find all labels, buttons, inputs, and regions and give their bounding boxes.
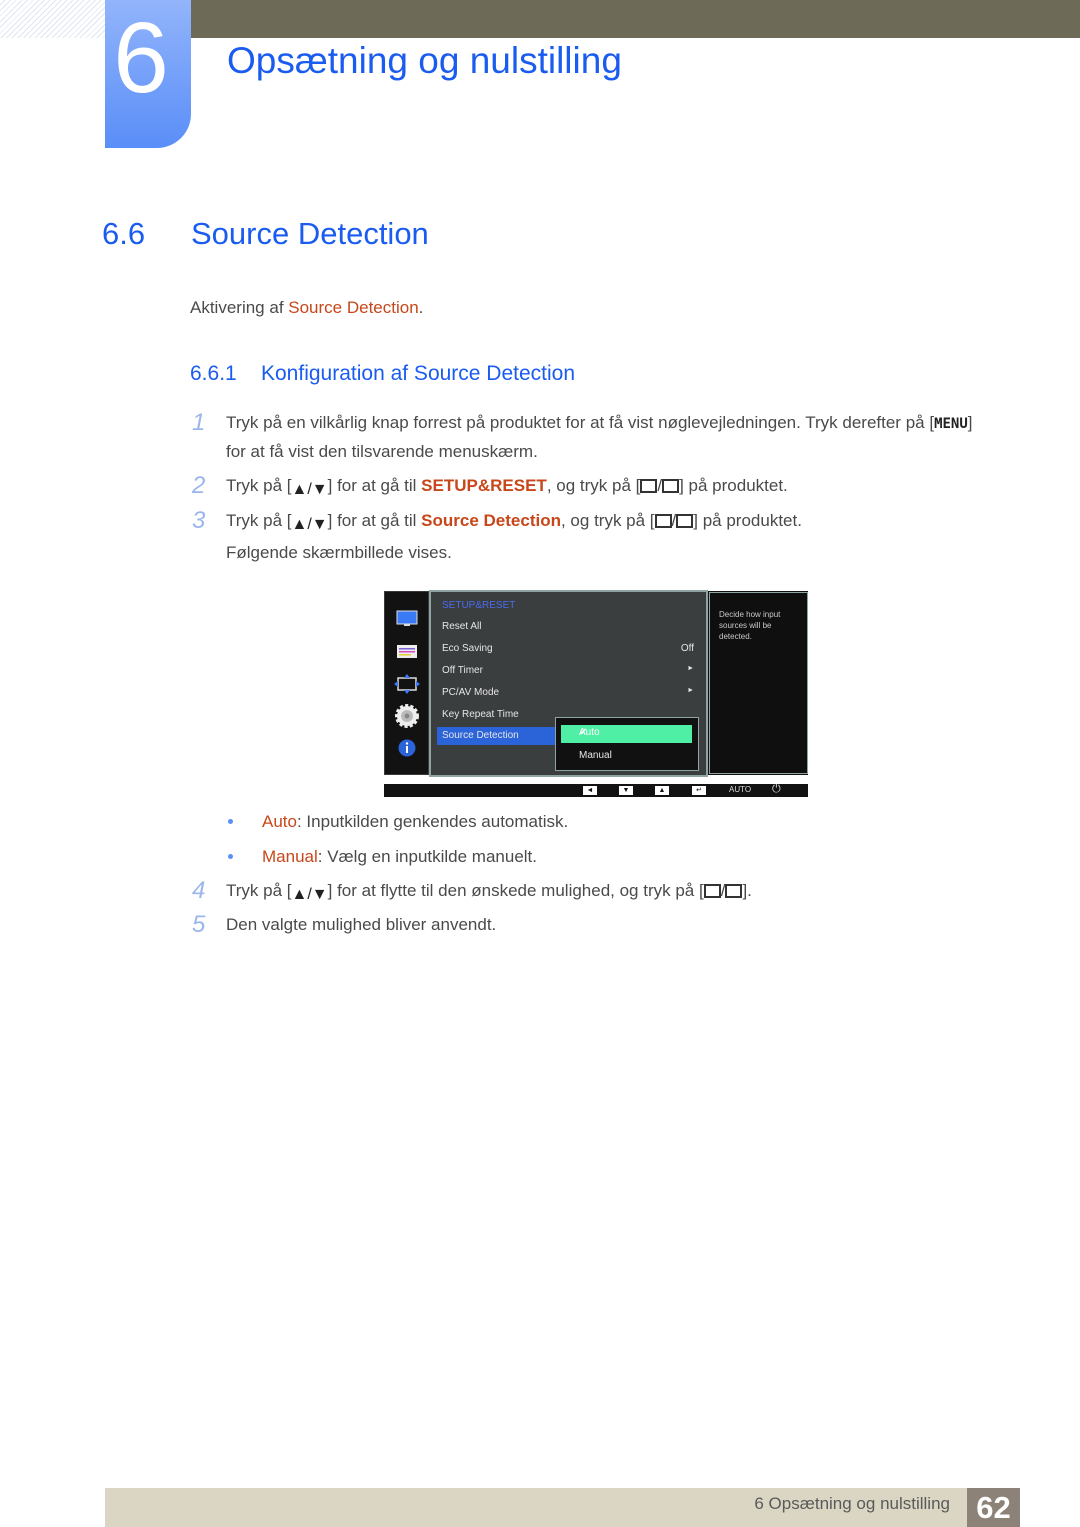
osd-item-key-repeat-time[interactable]: Key Repeat Time	[442, 709, 519, 720]
size-position-icon	[394, 674, 420, 694]
intro-suffix: .	[418, 298, 424, 317]
step-number: 3	[192, 507, 206, 534]
up-down-arrow-icon: ▲/▼	[291, 481, 328, 498]
osd-value-eco-saving: Off	[680, 643, 694, 654]
step-number: 2	[192, 472, 206, 499]
step-text-part: ] for at gå til	[327, 511, 422, 530]
source-button-icon	[703, 884, 721, 898]
picture-icon	[396, 610, 418, 626]
power-icon[interactable]: ⏻	[772, 783, 781, 796]
step-text-part: ] for at flytte til den ønskede mulighed…	[327, 881, 704, 900]
menu-key: MENU	[934, 416, 968, 432]
step-text: Tryk på [▲/▼] for at gå til Source Detec…	[226, 507, 802, 539]
step-text: Den valgte mulighed bliver anvendt.	[226, 915, 497, 934]
intro-prefix: Aktivering af	[190, 298, 289, 317]
header-hatch-decoration	[0, 0, 105, 38]
step-text-part: Tryk på [	[226, 881, 292, 900]
bullet-highlight: Manual	[262, 847, 318, 866]
step-text: Tryk på en vilkårlig knap forrest på pro…	[226, 409, 973, 438]
bullet-desc: : Vælg en inputkilde manuelt.	[317, 847, 538, 866]
enter-button-icon	[662, 479, 680, 493]
step-text: Tryk på [▲/▼] for at gå til SETUP&RESET,…	[226, 472, 788, 504]
up-button-icon[interactable]: ▲	[655, 786, 669, 795]
step-text: Tryk på [▲/▼] for at flytte til den ønsk…	[226, 877, 752, 909]
enter-button-icon	[725, 884, 743, 898]
osd-menu-heading: SETUP&RESET	[442, 600, 516, 611]
step-highlight: SETUP&RESET	[421, 476, 547, 495]
bullet-text: Auto: Inputkilden genkendes automatisk.	[262, 812, 568, 832]
step-text: Følgende skærmbillede vises.	[226, 543, 452, 562]
step-text: for at få vist den tilsvarende menuskærm…	[226, 442, 538, 461]
enter-button-icon[interactable]: ↵	[692, 786, 706, 795]
step-text-part: ] på produktet.	[693, 511, 802, 530]
osd-option-label: Auto	[579, 727, 600, 738]
left-button-icon[interactable]: ◄	[583, 786, 597, 795]
bullet-dot	[228, 854, 233, 859]
bullet-dot	[228, 819, 233, 824]
chapter-title: Opsætning og nulstilling	[227, 40, 622, 81]
bullet-highlight: Auto	[262, 812, 297, 831]
step-text-part: Tryk på [	[226, 511, 292, 530]
bullet-text: Manual: Vælg en inputkilde manuelt.	[262, 847, 537, 867]
section-heading: 6.6 Source Detection	[102, 216, 429, 252]
subsection-heading: 6.6.1 Konfiguration af Source Detection	[190, 362, 575, 386]
step-text-part: ] for at gå til	[327, 476, 422, 495]
osd-help-text: Decide how input sources will be detecte…	[719, 610, 781, 641]
setup-gear-icon	[395, 704, 419, 728]
step-text-part: ].	[742, 881, 752, 900]
information-icon	[398, 739, 416, 757]
osd-item-off-timer[interactable]: Off Timer	[442, 665, 483, 676]
header-bar	[190, 0, 1080, 38]
source-button-icon	[640, 479, 658, 493]
step-text-part: Tryk på en vilkårlig knap forrest på pro…	[226, 413, 935, 432]
step-text-part: Tryk på [	[226, 476, 292, 495]
osd-option-manual[interactable]: Manual	[579, 750, 612, 761]
source-button-icon	[654, 514, 672, 528]
auto-button[interactable]: AUTO	[729, 785, 751, 794]
footer-chapter-title: 6 Opsætning og nulstilling	[754, 1494, 950, 1513]
osd-item-reset-all[interactable]: Reset All	[442, 621, 481, 632]
osd-option-auto[interactable]: ✔ Auto	[561, 725, 692, 743]
step-text-part: , og tryk på [	[546, 476, 641, 495]
step-text-part: ] på produktet.	[679, 476, 788, 495]
osd-item-eco-saving[interactable]: Eco Saving	[442, 643, 493, 654]
up-down-arrow-icon: ▲/▼	[291, 886, 328, 903]
step-text-part: , og tryk på [	[560, 511, 655, 530]
intro-text: Aktivering af Source Detection.	[190, 298, 423, 318]
osd-item-pc-av-mode[interactable]: PC/AV Mode	[442, 687, 499, 698]
step-highlight: Source Detection	[421, 511, 561, 530]
up-down-arrow-icon: ▲/▼	[291, 516, 328, 533]
submenu-arrow-icon: ►	[687, 687, 694, 694]
submenu-arrow-icon: ►	[687, 665, 694, 672]
step-text-part: ]	[967, 413, 973, 432]
chapter-number: 6	[113, 2, 169, 114]
step-number: 4	[192, 877, 206, 904]
osd-item-source-detection[interactable]: Source Detection	[442, 730, 519, 741]
step-number: 1	[192, 409, 206, 436]
section-number: 6.6	[102, 216, 146, 251]
intro-highlight: Source Detection	[288, 298, 419, 317]
page-number: 62	[967, 1488, 1020, 1527]
section-title: Source Detection	[191, 216, 429, 251]
enter-button-icon	[676, 514, 694, 528]
subsection-number: 6.6.1	[190, 362, 237, 385]
bullet-desc: : Inputkilden genkendes automatisk.	[296, 812, 569, 831]
onscreen-display-icon	[397, 645, 417, 658]
osd-help-panel: Decide how input sources will be detecte…	[709, 592, 808, 774]
down-button-icon[interactable]: ▼	[619, 786, 633, 795]
subsection-title: Konfiguration af Source Detection	[261, 362, 576, 385]
step-number: 5	[192, 911, 206, 938]
